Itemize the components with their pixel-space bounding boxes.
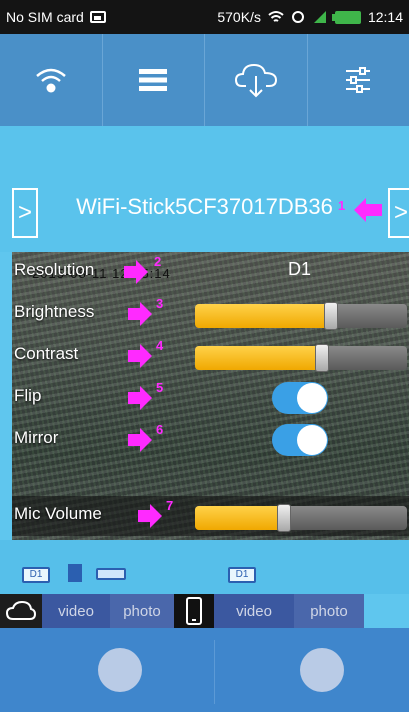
carrier-text: No SIM card xyxy=(6,9,84,25)
resolution-label: Resolution xyxy=(14,260,95,279)
phone-photo-tab[interactable]: photo xyxy=(294,594,364,628)
callout-number-6: 6 xyxy=(156,422,164,437)
next-device-button[interactable]: > xyxy=(388,188,409,238)
flip-toggle[interactable] xyxy=(272,382,328,414)
cloud-tab[interactable] xyxy=(0,594,42,628)
sync-icon xyxy=(291,11,304,23)
mirror-toggle[interactable] xyxy=(272,424,328,456)
cloud-download-icon xyxy=(234,63,277,98)
contrast-label: Contrast xyxy=(14,344,79,363)
device-name: WiFi-Stick5CF37017DB36 xyxy=(76,194,333,219)
resolution-badge-right: D1 xyxy=(228,567,256,583)
settings-sliders-icon xyxy=(346,67,371,93)
cloud-download-button[interactable] xyxy=(205,34,308,126)
settings-button[interactable] xyxy=(308,34,409,126)
callout-arrow-right-icon xyxy=(128,428,152,452)
slider-thumb[interactable] xyxy=(277,504,291,532)
phone-icon xyxy=(186,597,202,625)
phone-video-tab[interactable]: video xyxy=(214,594,294,628)
chevron-right-icon: > xyxy=(393,199,408,226)
mic-volume-slider[interactable] xyxy=(195,504,407,532)
device-status-strip xyxy=(0,540,409,594)
mic-volume-row: Mic Volume 7 xyxy=(12,496,409,536)
callout-arrow-right-icon xyxy=(128,386,152,410)
mirror-label: Mirror xyxy=(14,428,59,447)
slider-thumb[interactable] xyxy=(315,344,329,372)
image-notification-icon xyxy=(89,11,106,23)
status-bar: No SIM card 570K/s 12:14 xyxy=(0,0,409,34)
cloud-photo-tab[interactable]: photo xyxy=(110,594,174,628)
capture-button[interactable] xyxy=(300,648,344,692)
brightness-row: Brightness 3 xyxy=(12,294,409,334)
cloud-video-tab[interactable]: video xyxy=(42,594,110,628)
phone-tab[interactable] xyxy=(174,594,214,628)
app-screen: No SIM card 570K/s 12:14 > WiFi-Stick5CF… xyxy=(0,0,409,712)
record-button[interactable] xyxy=(98,648,142,692)
flip-label: Flip xyxy=(14,386,42,405)
slider-fill xyxy=(195,346,322,370)
clock: 12:14 xyxy=(367,9,403,25)
callout-arrow-right-icon xyxy=(138,504,162,528)
callout-number-5: 5 xyxy=(156,380,164,395)
resolution-value[interactable]: D1 xyxy=(288,259,311,280)
contrast-slider[interactable] xyxy=(195,344,407,372)
slider-thumb[interactable] xyxy=(324,302,338,330)
callout-arrow-right-icon xyxy=(124,260,148,284)
callout-number-2: 2 xyxy=(154,254,162,269)
mic-volume-label: Mic Volume xyxy=(14,504,102,523)
callout-arrow-right-icon xyxy=(128,344,152,368)
callout-number-3: 3 xyxy=(156,296,164,311)
resolution-badge-left: D1 xyxy=(22,567,50,583)
brightness-slider[interactable] xyxy=(195,302,407,330)
divider xyxy=(214,640,215,704)
document-icon xyxy=(68,564,82,582)
callout-number-1: 1 xyxy=(338,198,346,213)
brightness-label: Brightness xyxy=(14,302,95,321)
cloud-icon xyxy=(6,601,36,620)
callout-number-4: 4 xyxy=(156,338,164,353)
media-tabs: video photo video photo xyxy=(0,594,409,628)
mirror-row: Mirror 6 xyxy=(12,420,409,460)
contrast-row: Contrast 4 xyxy=(12,336,409,376)
battery-level-icon xyxy=(96,568,126,580)
device-list-icon xyxy=(139,69,168,91)
header-spacer xyxy=(0,126,409,182)
wifi-connect-icon xyxy=(35,68,66,93)
device-list-button[interactable] xyxy=(103,34,205,126)
toggle-knob xyxy=(297,383,327,413)
resolution-row[interactable]: 2015-08-11 12:15:14 Resolution 2 D1 xyxy=(12,252,409,292)
bottom-action-bar xyxy=(0,628,409,712)
slider-fill xyxy=(195,506,284,530)
battery-icon xyxy=(331,10,361,24)
callout-arrow-1-icon xyxy=(354,198,382,222)
network-speed: 570K/s xyxy=(217,9,261,25)
cell-signal-icon xyxy=(313,11,326,23)
settings-panel: 2015-08-11 12:15:14 Resolution 2 D1 Brig… xyxy=(12,252,409,540)
wifi-connect-button[interactable] xyxy=(0,34,103,126)
top-toolbar xyxy=(0,34,409,126)
callout-arrow-right-icon xyxy=(128,302,152,326)
wifi-signal-icon xyxy=(268,11,284,22)
callout-number-7: 7 xyxy=(166,498,174,513)
slider-fill xyxy=(195,304,331,328)
toggle-knob xyxy=(297,425,327,455)
flip-row: Flip 5 xyxy=(12,378,409,418)
